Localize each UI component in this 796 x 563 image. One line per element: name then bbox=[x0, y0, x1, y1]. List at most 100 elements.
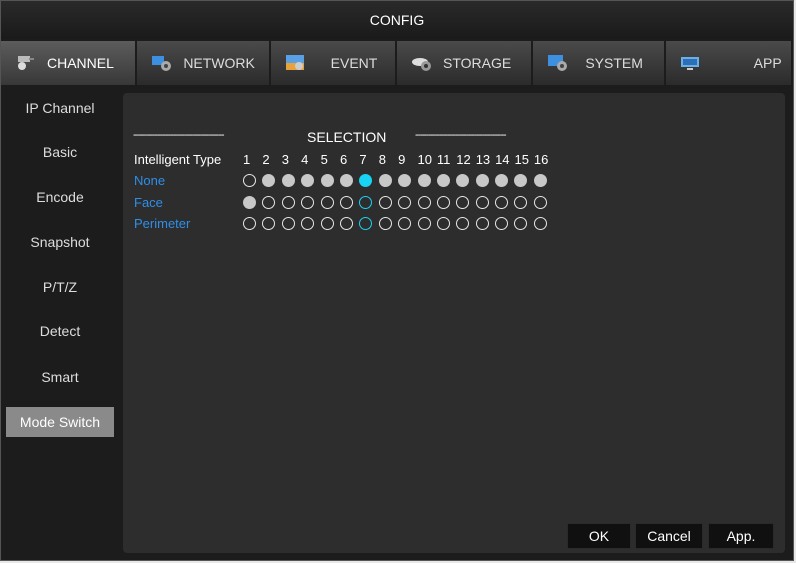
system-icon bbox=[547, 54, 569, 72]
tab-storage[interactable]: STORAGE bbox=[397, 41, 532, 85]
sidebar: IP Channel Basic Encode Snapshot P/T/Z D… bbox=[1, 85, 119, 560]
mode-radio-button[interactable] bbox=[436, 217, 450, 230]
channel-number: 9 bbox=[398, 152, 406, 167]
mode-radio-button[interactable] bbox=[417, 174, 431, 187]
mode-radio-button[interactable] bbox=[378, 174, 392, 187]
apply-button[interactable]: App. bbox=[708, 523, 774, 549]
mode-label-none: None bbox=[134, 173, 166, 188]
sidebar-item-mode-switch[interactable]: Mode Switch bbox=[6, 407, 114, 437]
sidebar-item-ptz[interactable]: P/T/Z bbox=[6, 272, 114, 302]
mode-radio-button[interactable] bbox=[359, 174, 373, 187]
mode-radio-button[interactable] bbox=[436, 196, 450, 209]
ok-button[interactable]: OK bbox=[567, 523, 631, 549]
mode-radio-button[interactable] bbox=[339, 217, 353, 230]
mode-radio-button[interactable] bbox=[320, 217, 334, 230]
mode-radio-button[interactable] bbox=[475, 217, 489, 230]
mode-radio-button[interactable] bbox=[417, 217, 431, 230]
channel-number: 14 bbox=[495, 152, 510, 167]
channel-number: 13 bbox=[475, 152, 491, 167]
sidebar-item-ip-channel[interactable]: IP Channel bbox=[6, 93, 114, 123]
app-icon bbox=[680, 54, 702, 72]
mode-radio-button[interactable] bbox=[320, 174, 334, 187]
channel-number: 5 bbox=[320, 152, 328, 167]
mode-radio-button[interactable] bbox=[533, 196, 547, 209]
mode-radio-button[interactable] bbox=[398, 174, 412, 187]
channel-number: 15 bbox=[514, 152, 529, 167]
mode-switch-panel: ---------------------------------- SELEC… bbox=[123, 93, 785, 553]
mode-radio-button[interactable] bbox=[475, 196, 489, 209]
mode-radio-button[interactable] bbox=[281, 196, 295, 209]
sidebar-item-smart[interactable]: Smart bbox=[6, 362, 114, 392]
mode-radio-button[interactable] bbox=[514, 196, 528, 209]
mode-radio-button[interactable] bbox=[243, 196, 256, 209]
intelligent-type-label: Intelligent Type bbox=[134, 152, 222, 167]
selection-left-rule: ---------------------------------- bbox=[133, 129, 225, 141]
mode-radio-button[interactable] bbox=[533, 217, 547, 230]
selection-heading: SELECTION bbox=[307, 129, 387, 145]
mode-radio-button[interactable] bbox=[359, 217, 373, 230]
mode-label-face: Face bbox=[134, 195, 163, 210]
top-tabs: CHANNEL NETWORK EVENT STORAGE SYSTEM APP bbox=[1, 41, 793, 85]
tab-network[interactable]: NETWORK bbox=[137, 41, 269, 85]
config-window: CONFIG CHANNEL NETWORK EVENT STORAGE SYS… bbox=[0, 0, 794, 561]
mode-radio-button[interactable] bbox=[243, 217, 256, 230]
mode-radio-button[interactable] bbox=[378, 217, 392, 230]
mode-radio-button[interactable] bbox=[398, 196, 412, 209]
mode-radio-button[interactable] bbox=[320, 196, 334, 209]
cancel-button[interactable]: Cancel bbox=[635, 523, 703, 549]
mode-radio-button[interactable] bbox=[514, 217, 528, 230]
tab-label: CHANNEL bbox=[47, 55, 114, 71]
mode-radio-button[interactable] bbox=[281, 174, 295, 187]
channel-number: 10 bbox=[417, 152, 432, 167]
mode-row-face bbox=[243, 196, 553, 209]
mode-radio-button[interactable] bbox=[456, 196, 470, 209]
sidebar-item-basic[interactable]: Basic bbox=[6, 137, 114, 167]
mode-radio-button[interactable] bbox=[359, 196, 373, 209]
tab-app[interactable]: APP bbox=[665, 41, 791, 85]
mode-radio-button[interactable] bbox=[398, 217, 412, 230]
storage-icon bbox=[411, 54, 433, 72]
mode-radio-button[interactable] bbox=[533, 174, 547, 187]
mode-radio-button[interactable] bbox=[378, 196, 392, 209]
mode-radio-button[interactable] bbox=[417, 196, 431, 209]
mode-radio-button[interactable] bbox=[281, 217, 295, 230]
mode-radio-button[interactable] bbox=[436, 174, 450, 187]
tab-label: STORAGE bbox=[443, 55, 512, 71]
channel-number-header: 1 2 3 4 5 6 7 8 9 10 11 12 13 14 15 16 bbox=[243, 152, 553, 167]
mode-radio-button[interactable] bbox=[475, 174, 489, 187]
mode-radio-button[interactable] bbox=[262, 217, 276, 230]
mode-radio-button[interactable] bbox=[262, 174, 276, 187]
sidebar-item-snapshot[interactable]: Snapshot bbox=[6, 227, 114, 257]
tab-system[interactable]: SYSTEM bbox=[533, 41, 664, 85]
mode-label-perimeter: Perimeter bbox=[134, 216, 191, 231]
tab-event[interactable]: EVENT bbox=[270, 41, 395, 85]
mode-radio-button[interactable] bbox=[262, 196, 276, 209]
mode-radio-button[interactable] bbox=[243, 174, 256, 187]
mode-radio-button[interactable] bbox=[339, 196, 353, 209]
sidebar-item-detect[interactable]: Detect bbox=[6, 316, 114, 346]
sidebar-item-encode[interactable]: Encode bbox=[6, 182, 114, 212]
channel-number: 4 bbox=[301, 152, 309, 167]
tab-label: APP bbox=[753, 55, 782, 71]
channel-number: 3 bbox=[281, 152, 290, 167]
channel-number: 12 bbox=[456, 152, 471, 167]
tab-label: SYSTEM bbox=[585, 55, 643, 71]
tab-channel[interactable]: CHANNEL bbox=[1, 41, 136, 85]
mode-radio-button[interactable] bbox=[301, 174, 315, 187]
mode-radio-button[interactable] bbox=[301, 196, 315, 209]
mode-radio-button[interactable] bbox=[495, 217, 509, 230]
window-title: CONFIG bbox=[1, 1, 793, 39]
event-icon bbox=[285, 54, 307, 72]
mode-radio-button[interactable] bbox=[456, 174, 470, 187]
mode-radio-button[interactable] bbox=[339, 174, 353, 187]
mode-radio-button[interactable] bbox=[301, 217, 315, 230]
mode-radio-button[interactable] bbox=[495, 174, 509, 187]
mode-radio-button[interactable] bbox=[456, 217, 470, 230]
network-icon bbox=[151, 54, 173, 72]
channel-number: 11 bbox=[436, 152, 451, 167]
mode-radio-button[interactable] bbox=[495, 196, 509, 209]
channel-number: 2 bbox=[262, 152, 270, 167]
mode-row-none bbox=[243, 174, 553, 187]
tab-label: NETWORK bbox=[183, 55, 255, 71]
mode-radio-button[interactable] bbox=[514, 174, 528, 187]
